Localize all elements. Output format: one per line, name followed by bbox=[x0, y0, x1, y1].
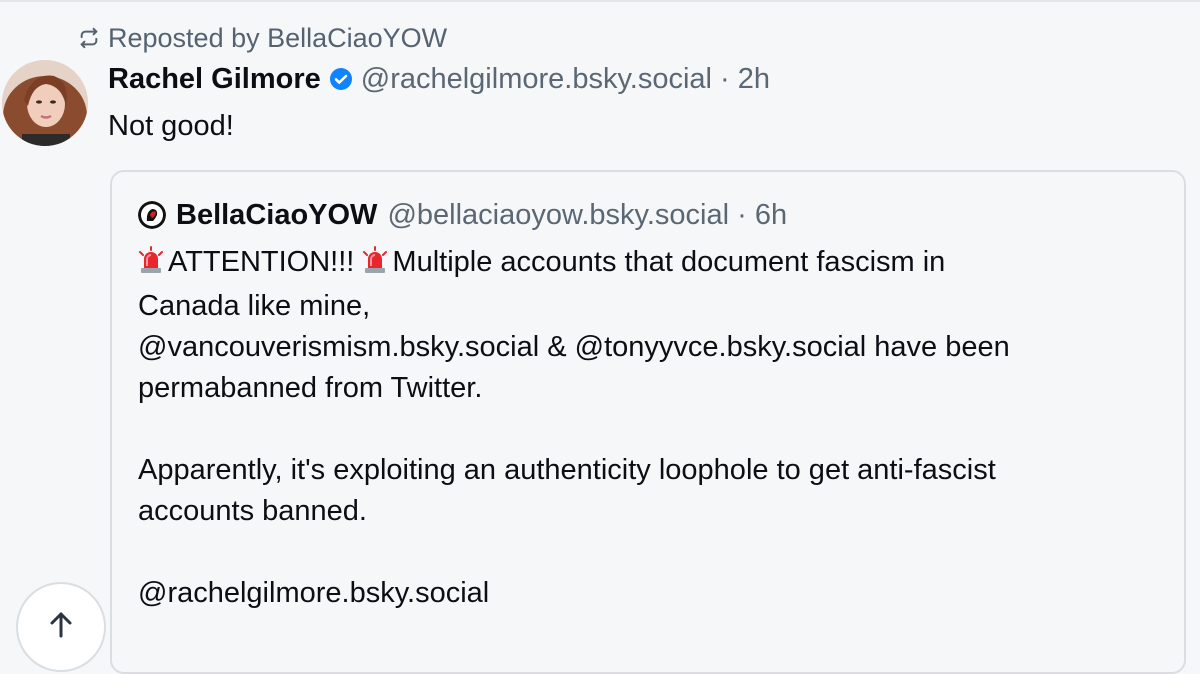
quoted-author-name[interactable]: BellaCiaoYOW bbox=[176, 199, 377, 232]
quoted-line-1: ATTENTION!!! Multiple accounts that docu… bbox=[138, 242, 1158, 286]
repost-icon bbox=[78, 27, 100, 49]
attention-text: ATTENTION!!! bbox=[168, 246, 355, 278]
repost-indicator[interactable]: Reposted by BellaCiaoYOW bbox=[78, 20, 447, 56]
top-divider bbox=[0, 0, 1200, 2]
post-text: Not good! bbox=[108, 110, 234, 142]
quoted-line-5: Apparently, it's exploiting an authentic… bbox=[138, 454, 996, 486]
quoted-post-text: ATTENTION!!! Multiple accounts that docu… bbox=[138, 242, 1158, 614]
quoted-author-avatar[interactable] bbox=[138, 201, 166, 229]
police-siren-icon bbox=[362, 245, 388, 286]
scroll-to-top-button[interactable] bbox=[16, 582, 106, 672]
police-siren-icon bbox=[138, 245, 164, 286]
quoted-line-6: accounts banned. bbox=[138, 495, 367, 527]
quoted-post-header: BellaCiaoYOW @bellaciaoyow.bsky.social ·… bbox=[138, 198, 787, 232]
author-handle-time[interactable]: @rachelgilmore.bsky.social · 2h bbox=[361, 63, 770, 96]
avatar[interactable] bbox=[2, 60, 88, 146]
quoted-post-card[interactable]: BellaCiaoYOW @bellaciaoyow.bsky.social ·… bbox=[110, 170, 1186, 674]
quoted-line-2: Canada like mine, bbox=[138, 290, 371, 322]
author-name[interactable]: Rachel Gilmore bbox=[108, 63, 321, 96]
quoted-line-4: permabanned from Twitter. bbox=[138, 372, 483, 404]
verified-badge-icon[interactable] bbox=[329, 67, 353, 91]
quoted-mention[interactable]: @rachelgilmore.bsky.social bbox=[138, 573, 1158, 614]
repost-label: Reposted by BellaCiaoYOW bbox=[108, 22, 448, 53]
quoted-author-handle-time[interactable]: @bellaciaoyow.bsky.social · 6h bbox=[387, 199, 787, 232]
arrow-up-icon bbox=[47, 584, 75, 643]
post-header: Rachel Gilmore @rachelgilmore.bsky.socia… bbox=[108, 58, 770, 100]
quoted-line-3: @vancouverismism.bsky.social & @tonyyvce… bbox=[138, 331, 1010, 363]
line-1-rest: Multiple accounts that document fascism … bbox=[392, 246, 946, 278]
